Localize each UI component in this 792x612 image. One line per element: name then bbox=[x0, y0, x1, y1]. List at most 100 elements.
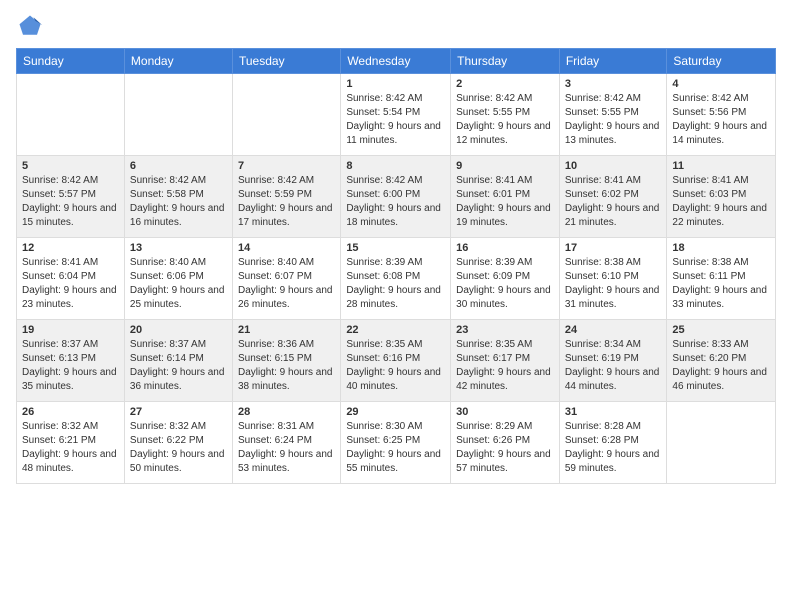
calendar-cell: 28Sunrise: 8:31 AMSunset: 6:24 PMDayligh… bbox=[232, 402, 340, 484]
day-info: Sunrise: 8:35 AMSunset: 6:16 PMDaylight:… bbox=[346, 338, 445, 394]
day-info: Sunrise: 8:34 AMSunset: 6:19 PMDaylight:… bbox=[565, 338, 662, 394]
day-number: 12 bbox=[22, 242, 119, 254]
day-number: 16 bbox=[456, 242, 554, 254]
weekday-header-sunday: Sunday bbox=[17, 49, 125, 74]
calendar-week-row: 26 Sunrise: 8:32 AMSunset: 6:21 PMDayligh… bbox=[17, 402, 776, 484]
calendar-week-row: 19Sunrise: 8:37 AMSunset: 6:13 PMDayligh… bbox=[17, 320, 776, 402]
day-info: Sunrise: 8:41 AMSunset: 6:03 PMDaylight:… bbox=[672, 174, 770, 230]
calendar-cell: 9 Sunrise: 8:41 AMSunset: 6:01 PMDaylight… bbox=[451, 156, 560, 238]
day-info: Sunrise: 8:30 AMSunset: 6:25 PMDaylight:… bbox=[346, 420, 445, 476]
day-number: 26 bbox=[22, 406, 119, 418]
day-number: 13 bbox=[130, 242, 227, 254]
calendar-cell: 4 Sunrise: 8:42 AMSunset: 5:56 PMDaylight… bbox=[667, 74, 776, 156]
calendar-cell: 23 Sunrise: 8:35 AMSunset: 6:17 PMDayligh… bbox=[451, 320, 560, 402]
calendar-cell: 30 Sunrise: 8:29 AMSunset: 6:26 PMDayligh… bbox=[451, 402, 560, 484]
calendar-cell: 16 Sunrise: 8:39 AMSunset: 6:09 PMDayligh… bbox=[451, 238, 560, 320]
day-info: Sunrise: 8:42 AMSunset: 6:00 PMDaylight:… bbox=[346, 174, 445, 230]
day-number: 25 bbox=[672, 324, 770, 336]
calendar-cell: 8 Sunrise: 8:42 AMSunset: 6:00 PMDaylight… bbox=[341, 156, 451, 238]
day-info: Sunrise: 8:41 AMSunset: 6:01 PMDaylight:… bbox=[456, 174, 554, 230]
day-number: 10 bbox=[565, 160, 662, 172]
calendar-week-row: 12 Sunrise: 8:41 AMSunset: 6:04 PMDayligh… bbox=[17, 238, 776, 320]
day-info: Sunrise: 8:39 AMSunset: 6:09 PMDaylight:… bbox=[456, 256, 554, 312]
day-number: 2 bbox=[456, 78, 554, 90]
calendar-week-row: 5 Sunrise: 8:42 AMSunset: 5:57 PMDaylight… bbox=[17, 156, 776, 238]
day-info: Sunrise: 8:38 AMSunset: 6:10 PMDaylight:… bbox=[565, 256, 662, 312]
calendar-cell: 3 Sunrise: 8:42 AMSunset: 5:55 PMDaylight… bbox=[559, 74, 667, 156]
day-info: Sunrise: 8:42 AMSunset: 5:54 PMDaylight:… bbox=[346, 92, 445, 148]
day-info: Sunrise: 8:42 AMSunset: 5:56 PMDaylight:… bbox=[672, 92, 770, 148]
calendar-cell: 24 Sunrise: 8:34 AMSunset: 6:19 PMDayligh… bbox=[559, 320, 667, 402]
day-number: 24 bbox=[565, 324, 662, 336]
weekday-header-row: SundayMondayTuesdayWednesdayThursdayFrid… bbox=[17, 49, 776, 74]
day-number: 17 bbox=[565, 242, 662, 254]
weekday-header-wednesday: Wednesday bbox=[341, 49, 451, 74]
calendar-cell: 13 Sunrise: 8:40 AMSunset: 6:06 PMDayligh… bbox=[124, 238, 232, 320]
calendar-cell bbox=[17, 74, 125, 156]
day-number: 22 bbox=[346, 324, 445, 336]
day-info: Sunrise: 8:37 AMSunset: 6:14 PMDaylight:… bbox=[130, 338, 227, 394]
day-number: 15 bbox=[346, 242, 445, 254]
day-info: Sunrise: 8:40 AMSunset: 6:06 PMDaylight:… bbox=[130, 256, 227, 312]
logo-icon bbox=[16, 12, 44, 40]
day-number: 21 bbox=[238, 324, 335, 336]
calendar-cell: 26 Sunrise: 8:32 AMSunset: 6:21 PMDayligh… bbox=[17, 402, 125, 484]
day-info: Sunrise: 8:32 AMSunset: 6:21 PMDaylight:… bbox=[22, 420, 119, 476]
calendar-cell: 29 Sunrise: 8:30 AMSunset: 6:25 PMDayligh… bbox=[341, 402, 451, 484]
weekday-header-saturday: Saturday bbox=[667, 49, 776, 74]
day-number: 29 bbox=[346, 406, 445, 418]
day-info: Sunrise: 8:32 AMSunset: 6:22 PMDaylight:… bbox=[130, 420, 227, 476]
day-info: Sunrise: 8:41 AMSunset: 6:04 PMDaylight:… bbox=[22, 256, 119, 312]
weekday-header-friday: Friday bbox=[559, 49, 667, 74]
header bbox=[16, 12, 776, 40]
day-number: 9 bbox=[456, 160, 554, 172]
calendar-cell bbox=[667, 402, 776, 484]
calendar-cell: 7 Sunrise: 8:42 AMSunset: 5:59 PMDaylight… bbox=[232, 156, 340, 238]
day-info: Sunrise: 8:42 AMSunset: 5:59 PMDaylight:… bbox=[238, 174, 335, 230]
calendar-cell: 14Sunrise: 8:40 AMSunset: 6:07 PMDayligh… bbox=[232, 238, 340, 320]
calendar-cell: 12 Sunrise: 8:41 AMSunset: 6:04 PMDayligh… bbox=[17, 238, 125, 320]
calendar-cell: 10 Sunrise: 8:41 AMSunset: 6:02 PMDayligh… bbox=[559, 156, 667, 238]
weekday-header-monday: Monday bbox=[124, 49, 232, 74]
day-info: Sunrise: 8:41 AMSunset: 6:02 PMDaylight:… bbox=[565, 174, 662, 230]
day-info: Sunrise: 8:33 AMSunset: 6:20 PMDaylight:… bbox=[672, 338, 770, 394]
weekday-header-thursday: Thursday bbox=[451, 49, 560, 74]
calendar-cell: 22 Sunrise: 8:35 AMSunset: 6:16 PMDayligh… bbox=[341, 320, 451, 402]
day-number: 6 bbox=[130, 160, 227, 172]
calendar-cell: 31 Sunrise: 8:28 AMSunset: 6:28 PMDayligh… bbox=[559, 402, 667, 484]
calendar-cell: 18 Sunrise: 8:38 AMSunset: 6:11 PMDayligh… bbox=[667, 238, 776, 320]
day-info: Sunrise: 8:35 AMSunset: 6:17 PMDaylight:… bbox=[456, 338, 554, 394]
day-number: 23 bbox=[456, 324, 554, 336]
day-info: Sunrise: 8:42 AMSunset: 5:55 PMDaylight:… bbox=[565, 92, 662, 148]
day-number: 19 bbox=[22, 324, 119, 336]
calendar-cell: 21Sunrise: 8:36 AMSunset: 6:15 PMDayligh… bbox=[232, 320, 340, 402]
day-number: 8 bbox=[346, 160, 445, 172]
calendar-cell: 25 Sunrise: 8:33 AMSunset: 6:20 PMDayligh… bbox=[667, 320, 776, 402]
day-number: 3 bbox=[565, 78, 662, 90]
day-info: Sunrise: 8:42 AMSunset: 5:57 PMDaylight:… bbox=[22, 174, 119, 230]
day-info: Sunrise: 8:39 AMSunset: 6:08 PMDaylight:… bbox=[346, 256, 445, 312]
day-info: Sunrise: 8:40 AMSunset: 6:07 PMDaylight:… bbox=[238, 256, 335, 312]
day-info: Sunrise: 8:29 AMSunset: 6:26 PMDaylight:… bbox=[456, 420, 554, 476]
day-number: 30 bbox=[456, 406, 554, 418]
calendar-table: SundayMondayTuesdayWednesdayThursdayFrid… bbox=[16, 48, 776, 484]
day-number: 27 bbox=[130, 406, 227, 418]
day-info: Sunrise: 8:38 AMSunset: 6:11 PMDaylight:… bbox=[672, 256, 770, 312]
day-number: 5 bbox=[22, 160, 119, 172]
calendar-cell: 15 Sunrise: 8:39 AMSunset: 6:08 PMDayligh… bbox=[341, 238, 451, 320]
day-number: 4 bbox=[672, 78, 770, 90]
weekday-header-tuesday: Tuesday bbox=[232, 49, 340, 74]
day-number: 1 bbox=[346, 78, 445, 90]
calendar-cell: 1 Sunrise: 8:42 AMSunset: 5:54 PMDaylight… bbox=[341, 74, 451, 156]
logo bbox=[16, 12, 48, 40]
day-number: 7 bbox=[238, 160, 335, 172]
day-number: 18 bbox=[672, 242, 770, 254]
day-number: 31 bbox=[565, 406, 662, 418]
calendar-cell: 17 Sunrise: 8:38 AMSunset: 6:10 PMDayligh… bbox=[559, 238, 667, 320]
calendar-cell: 2 Sunrise: 8:42 AMSunset: 5:55 PMDaylight… bbox=[451, 74, 560, 156]
day-info: Sunrise: 8:28 AMSunset: 6:28 PMDaylight:… bbox=[565, 420, 662, 476]
day-info: Sunrise: 8:42 AMSunset: 5:55 PMDaylight:… bbox=[456, 92, 554, 148]
calendar-cell bbox=[232, 74, 340, 156]
calendar-cell: 27 Sunrise: 8:32 AMSunset: 6:22 PMDayligh… bbox=[124, 402, 232, 484]
calendar-cell bbox=[124, 74, 232, 156]
